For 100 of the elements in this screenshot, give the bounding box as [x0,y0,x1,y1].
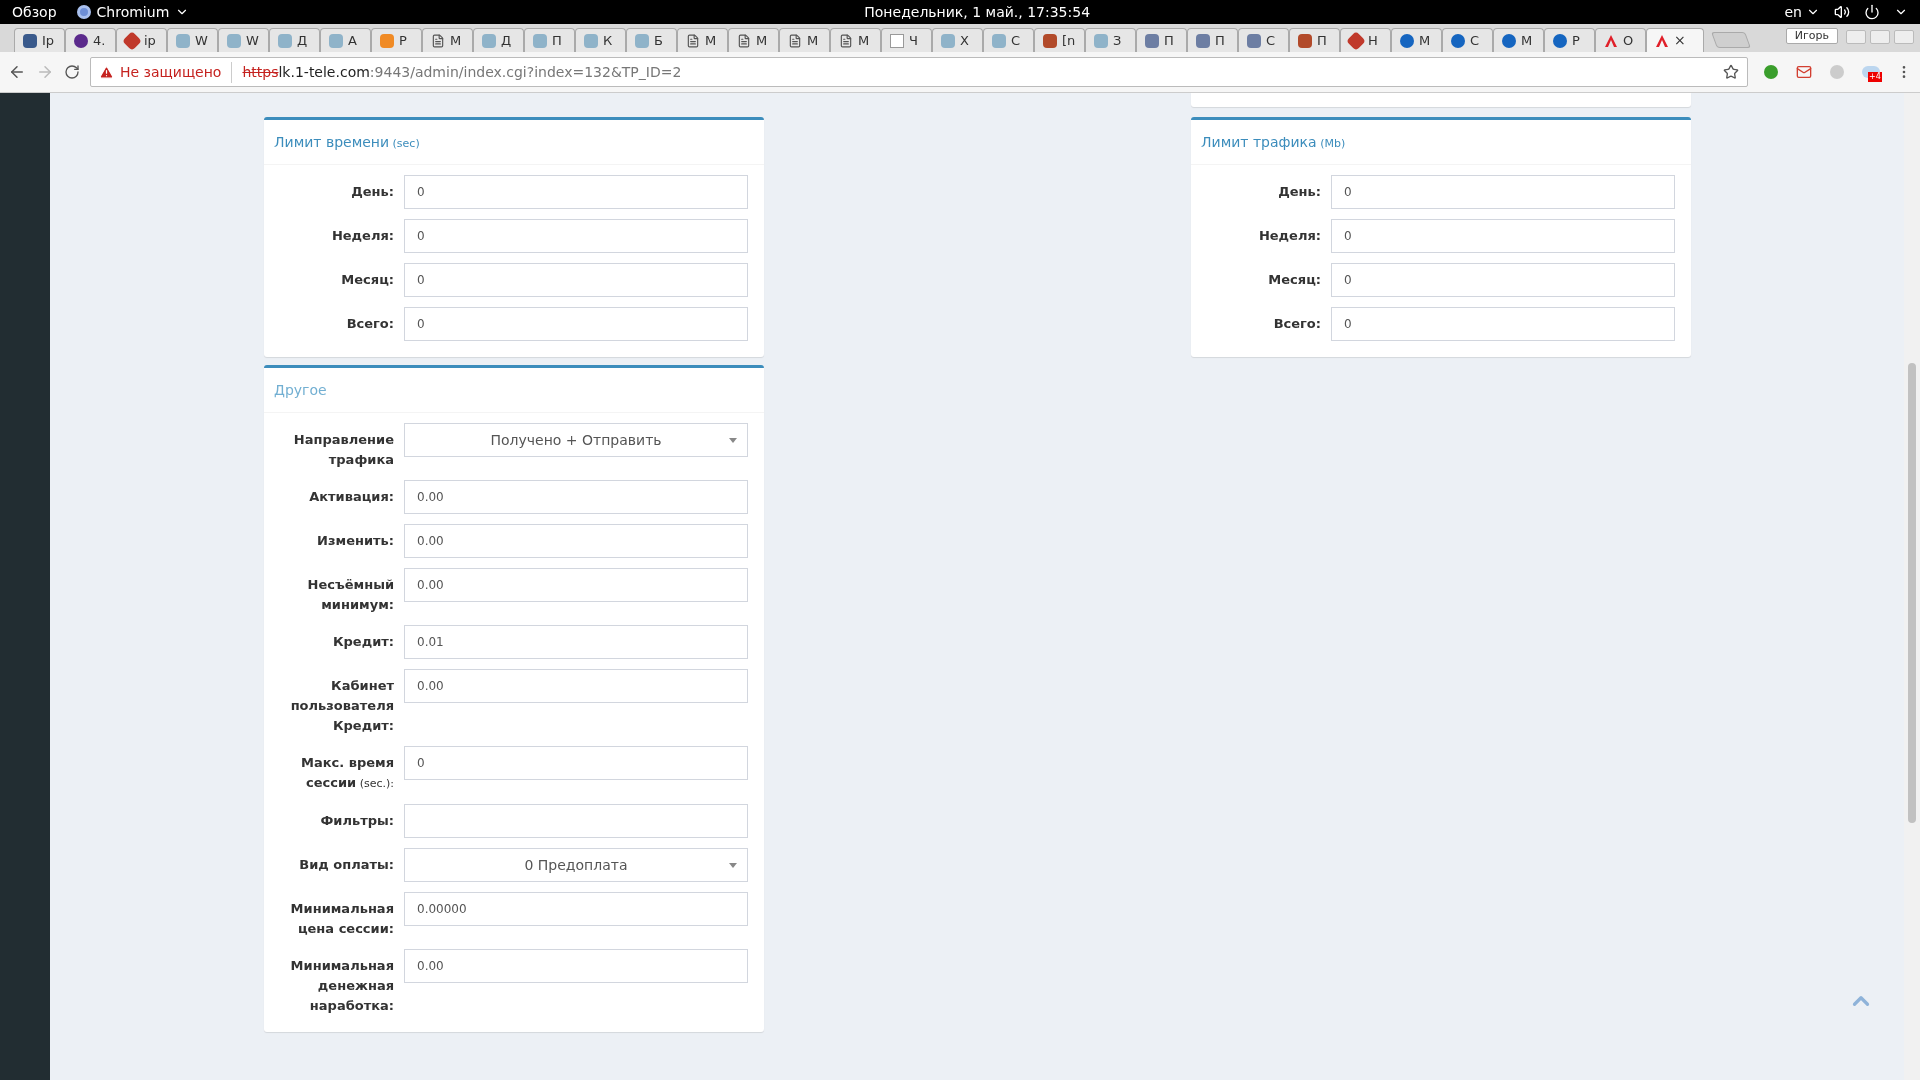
browser-tab[interactable]: С [1238,28,1289,52]
browser-tab[interactable]: Н [1340,28,1391,52]
square-favicon-icon [1094,33,1108,48]
tab-title: 4. [93,31,106,50]
circle-favicon-icon [1400,33,1414,48]
browser-tab[interactable]: С [983,28,1034,52]
url-host: lk.1-tele.com [278,62,370,82]
new-tab-button[interactable] [1711,32,1751,48]
forward-icon[interactable] [36,63,54,81]
browser-tab[interactable]: Д [473,28,524,52]
browser-tab[interactable]: Ч [881,28,932,52]
browser-tab[interactable]: М [1391,28,1442,52]
tab-title: Р [399,31,407,50]
browser-tab[interactable]: О [1595,28,1646,52]
back-icon[interactable] [8,63,26,81]
browser-tab[interactable]: 4. [65,28,116,52]
text-field[interactable]: 0.00 [404,568,748,602]
text-field[interactable]: 0 [1331,175,1675,209]
square-favicon-icon [278,33,292,48]
field-label: Кабинет пользователя Кредит: [289,677,394,735]
close-window-button[interactable] [1894,30,1914,44]
tab-title: Д [297,31,308,50]
browser-tab[interactable]: З [1085,28,1136,52]
browser-tab[interactable]: W [167,28,218,52]
panel-title: Лимит трафика (Mb) [1201,134,1346,150]
tab-title: Ip [42,31,55,50]
text-field[interactable]: 0.00 [404,669,748,703]
tab-title: П [552,31,562,50]
square-favicon-icon [941,33,955,48]
text-field[interactable]: 0.00 [404,524,748,558]
text-field[interactable]: 0.00 [404,949,748,983]
maximize-button[interactable] [1870,30,1890,44]
browser-tab[interactable]: М [830,28,881,52]
reload-icon[interactable] [64,64,80,80]
browser-tab[interactable]: [n [1034,28,1085,52]
text-field[interactable]: 0 [1331,219,1675,253]
browser-tab[interactable]: Р [371,28,422,52]
browser-tab[interactable]: Ip [14,28,65,52]
browser-tab[interactable]: М [779,28,830,52]
profile-button[interactable]: Игорь [1785,28,1838,44]
tab-title: М [1419,31,1431,50]
field-label: Всего: [1272,315,1321,333]
browser-tab[interactable]: П [524,28,575,52]
tab-title: О [1623,31,1634,50]
browser-tab[interactable]: Д [269,28,320,52]
extension-icon[interactable] [1764,65,1778,79]
caret-icon [729,438,737,443]
language-menu[interactable]: en [1784,1,1820,23]
tab-title: К [603,31,613,50]
square-favicon-icon [992,33,1006,48]
browser-tab[interactable]: М [677,28,728,52]
text-field[interactable]: 0 [404,175,748,209]
browser-tab[interactable]: П [1289,28,1340,52]
tab-title: С [1011,31,1021,50]
field-label: Неделя: [1257,227,1321,245]
browser-tab[interactable]: × [1646,28,1704,52]
security-warning: Не защищено [120,61,233,83]
square-favicon-icon [1145,33,1159,48]
text-field[interactable]: 0 [404,263,748,297]
dropdown-select[interactable]: Получено + Отправить [404,423,748,457]
browser-tab[interactable]: А [320,28,371,52]
square-favicon-icon [1196,33,1210,48]
text-field[interactable]: 0.00000 [404,892,748,926]
browser-tab[interactable]: Б [626,28,677,52]
power-icon[interactable] [1864,4,1880,20]
bookmark-star-icon[interactable] [1723,64,1739,80]
field-label: Направление трафика [292,431,394,469]
browser-tab[interactable]: С [1442,28,1493,52]
browser-tab[interactable]: W [218,28,269,52]
text-field[interactable]: 0 [1331,263,1675,297]
minimize-button[interactable] [1846,30,1866,44]
mail-icon[interactable] [1796,64,1812,80]
app-menu[interactable]: Chromium [76,1,190,23]
address-bar[interactable]: Не защищено httpslk.1-tele.com:9443/admin/index.cgi?index=132&TP_ID=2 [90,57,1748,87]
browser-tab[interactable]: М [728,28,779,52]
tab-title: С [1266,31,1276,50]
text-field[interactable]: 0 [404,307,748,341]
square-favicon-icon [227,33,241,48]
browser-tab[interactable]: ip [116,28,167,52]
panel-title: Другое [274,382,327,398]
browser-tab[interactable]: П [1136,28,1187,52]
activities-button[interactable]: Обзор [12,1,57,23]
browser-tab[interactable]: М [1493,28,1544,52]
text-field[interactable]: 0 [404,746,748,780]
tab-title: М [450,31,462,50]
text-field[interactable] [404,804,748,838]
browser-tab[interactable]: М [422,28,473,52]
tab-title: Ч [909,31,918,50]
text-field[interactable]: 0 [1331,307,1675,341]
scrollbar[interactable] [1904,93,1920,1080]
browser-tab[interactable]: Х [932,28,983,52]
close-icon[interactable]: × [1674,30,1686,51]
text-field[interactable]: 0.00 [404,480,748,514]
browser-tab[interactable]: Р [1544,28,1595,52]
browser-tab[interactable]: К [575,28,626,52]
text-field[interactable]: 0 [404,219,748,253]
text-field[interactable]: 0.01 [404,625,748,659]
browser-tab[interactable]: П [1187,28,1238,52]
dropdown-select[interactable]: 0 Предоплата [404,848,748,882]
volume-icon[interactable] [1834,4,1850,20]
